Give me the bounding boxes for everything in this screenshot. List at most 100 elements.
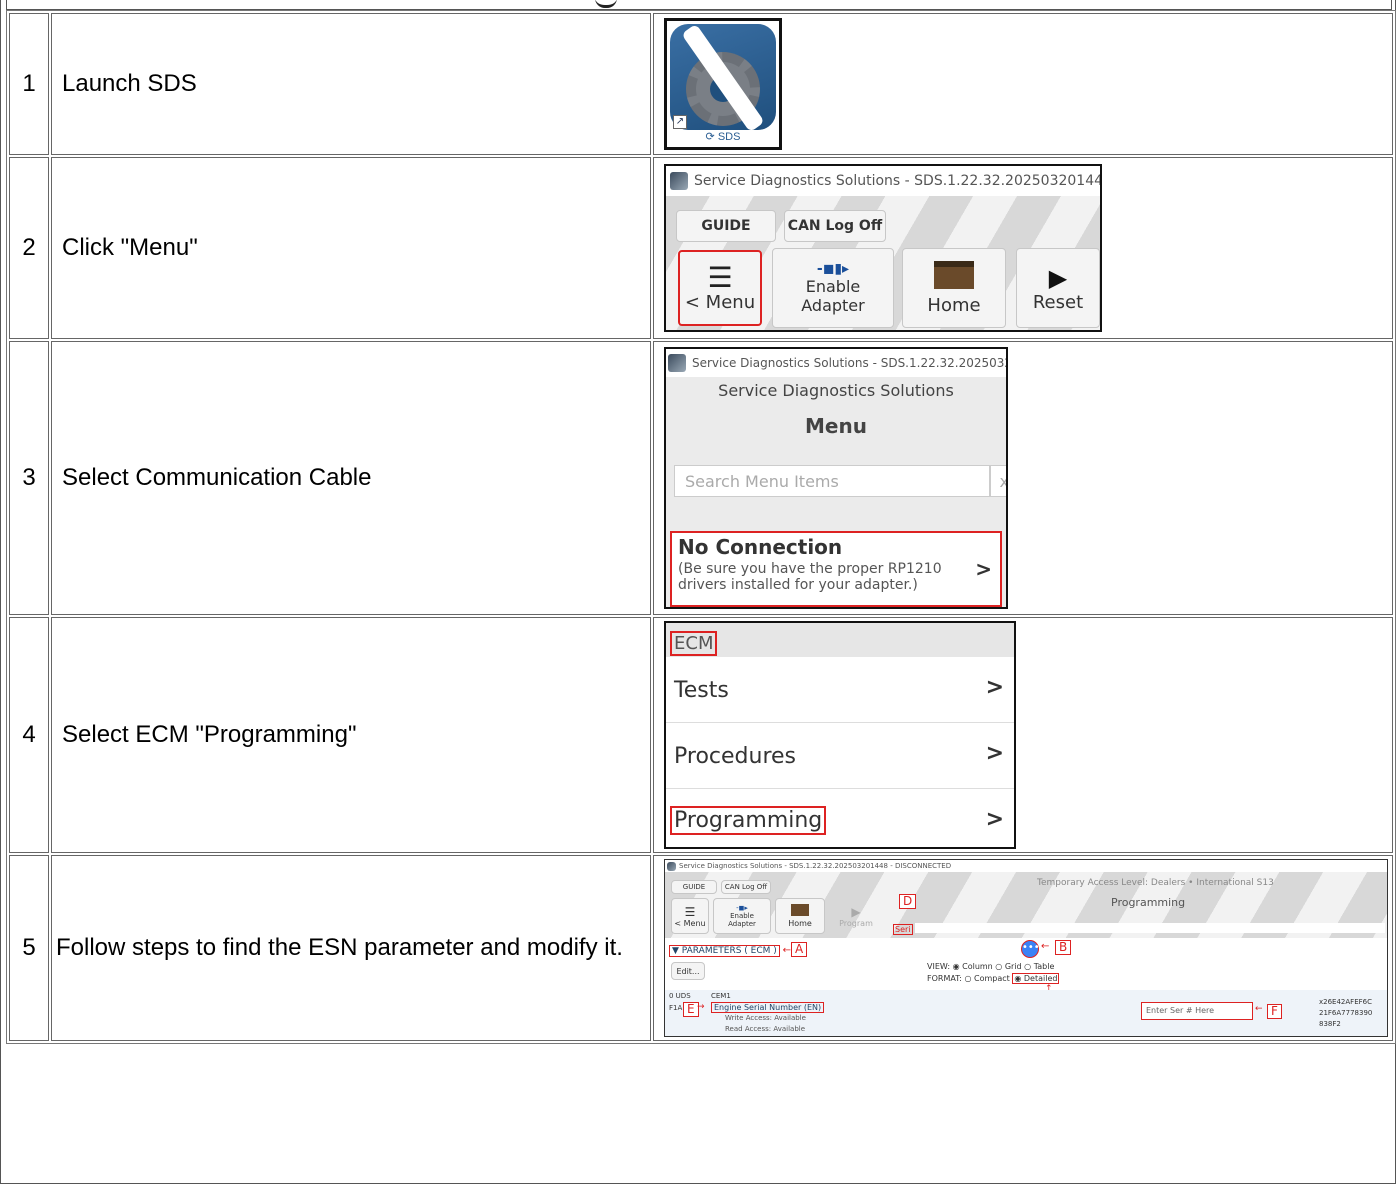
step-image: Service Diagnostics Solutions - SDS.1.22… bbox=[653, 157, 1393, 339]
connection-title: No Connection bbox=[678, 535, 843, 559]
arrow-left-icon: ← bbox=[1041, 941, 1050, 952]
parameter-name[interactable]: Engine Serial Number (EN) bbox=[711, 1002, 825, 1013]
home-label: Home bbox=[927, 294, 981, 316]
app-icon bbox=[667, 861, 676, 871]
icon-label-text: SDS bbox=[717, 131, 741, 143]
enable-adapter-button[interactable]: -◼▮▸ Enable Adapter bbox=[772, 248, 894, 328]
window-title: Service Diagnostics Solutions - SDS.1.22… bbox=[679, 862, 952, 870]
toolbar-area: GUIDE CAN Log Off ☰ < Menu -◼▸ Enable Adapt… bbox=[665, 872, 1387, 938]
step-number: 1 bbox=[9, 13, 49, 155]
serial-number-field[interactable]: Enter Ser # Here bbox=[1141, 1002, 1253, 1020]
section-label: ▼ PARAMETERS ( ECM ) bbox=[669, 945, 780, 957]
step-row: 5 Follow steps to find the ESN parameter… bbox=[9, 855, 1393, 1041]
search-clear-button[interactable]: x bbox=[990, 465, 1006, 497]
format-detailed-box[interactable]: ◉ Detailed bbox=[1012, 973, 1060, 984]
hamburger-icon: ☰ bbox=[707, 260, 733, 294]
format-detailed: Detailed bbox=[1023, 974, 1058, 983]
format-compact[interactable]: Compact bbox=[974, 974, 1010, 983]
step-number: 4 bbox=[9, 617, 49, 853]
arrow-left-icon: ← bbox=[782, 945, 792, 956]
reset-button[interactable]: ▶ Reset bbox=[1016, 248, 1100, 328]
step-text: Click "Menu" bbox=[51, 157, 651, 339]
app-icon bbox=[668, 354, 686, 372]
step-number: 3 bbox=[9, 341, 49, 615]
access-level: Temporary Access Level: Dealers • Intern… bbox=[1037, 878, 1274, 888]
can-log-button[interactable]: CAN Log Off bbox=[721, 880, 771, 894]
format-options: FORMAT: ○ Compact ◉ Detailed bbox=[927, 973, 1060, 984]
edit-button[interactable]: Edit... bbox=[671, 962, 705, 980]
menu-button-label: < Menu bbox=[684, 291, 756, 313]
ecm-header: ECM bbox=[666, 623, 1014, 657]
enable-adapter-button[interactable]: -◼▸ Enable Adapter bbox=[713, 898, 771, 934]
icon-label: ⟳ SDS bbox=[705, 131, 741, 143]
step-row: 1 Launch SDS ↗ ⟳ SDS bbox=[9, 13, 1393, 155]
view-options: VIEW: ◉ Column ○ Grid ○ Table bbox=[927, 962, 1054, 971]
enable-label: Enable bbox=[805, 277, 861, 296]
format-label: FORMAT: bbox=[927, 974, 962, 983]
chevron-right-icon: > bbox=[985, 741, 1004, 766]
menu-button[interactable]: ☰ < Menu bbox=[678, 250, 762, 326]
window-title: Service Diagnostics Solutions - SDS.1.22… bbox=[694, 173, 1102, 189]
menu-button[interactable]: ☰ < Menu bbox=[671, 898, 709, 934]
step-image: Service Diagnostics Solutions - SDS.1.22… bbox=[653, 341, 1393, 615]
hamburger-icon: ☰ bbox=[684, 904, 696, 919]
home-icon bbox=[791, 904, 809, 916]
play-icon: ▶ bbox=[851, 904, 861, 919]
home-icon bbox=[934, 260, 974, 289]
module-name: CEM1 bbox=[711, 992, 731, 1000]
ecm-item-tests[interactable]: Tests > bbox=[666, 657, 1014, 723]
window-title: Service Diagnostics Solutions - SDS.1.22… bbox=[692, 356, 1008, 370]
ecm-item-programming[interactable]: Programming > bbox=[666, 789, 1014, 847]
menu-button-label: < Menu bbox=[674, 918, 706, 928]
radio-icon[interactable]: ○ bbox=[964, 974, 971, 983]
program-label: Program bbox=[839, 918, 873, 928]
radio-checked-icon[interactable]: ◉ bbox=[953, 962, 960, 971]
home-button[interactable]: Home bbox=[902, 248, 1006, 328]
search-input[interactable]: Search Menu Items bbox=[674, 465, 990, 497]
serial-input-bar[interactable] bbox=[915, 923, 1385, 933]
step-image: ↗ ⟳ SDS bbox=[653, 13, 1393, 155]
view-table[interactable]: Table bbox=[1034, 962, 1055, 971]
callout-a: A bbox=[791, 942, 808, 957]
shortcut-arrow-icon: ↗ bbox=[673, 115, 687, 129]
step-row: 3 Select Communication Cable Service Dia… bbox=[9, 341, 1393, 615]
row-code: F1A bbox=[669, 1004, 683, 1012]
ecm-label: ECM bbox=[670, 631, 718, 656]
can-log-button[interactable]: CAN Log Off bbox=[784, 210, 886, 242]
item-label: Programming bbox=[670, 806, 827, 835]
program-button[interactable]: ▶ Program bbox=[831, 898, 881, 934]
more-options-icon[interactable]: ••• bbox=[1021, 940, 1040, 958]
adapter-label: Adapter bbox=[801, 296, 865, 315]
radio-icon[interactable]: ○ bbox=[995, 962, 1002, 971]
guide-button[interactable]: GUIDE bbox=[671, 880, 717, 894]
screen-title: Programming bbox=[1111, 896, 1186, 909]
sds-app-icon[interactable]: ↗ ⟳ SDS bbox=[664, 18, 782, 150]
callout-b: B bbox=[1055, 940, 1072, 955]
menu-screenshot: Service Diagnostics Solutions - SDS.1.22… bbox=[664, 347, 1008, 609]
section-header[interactable]: ▼ PARAMETERS ( ECM ) ← A bbox=[669, 942, 808, 957]
view-grid[interactable]: Grid bbox=[1005, 962, 1022, 971]
radio-icon[interactable]: ○ bbox=[1024, 962, 1031, 971]
chevron-right-icon: > bbox=[985, 675, 1004, 700]
home-button[interactable]: Home bbox=[775, 898, 825, 934]
view-column[interactable]: Column bbox=[962, 962, 993, 971]
arrow-left-icon: ← bbox=[1255, 1004, 1263, 1014]
step-row: 4 Select ECM "Programming" ECM Tests > P… bbox=[9, 617, 1393, 853]
hex-value: x26E42AFEF6C bbox=[1319, 998, 1372, 1006]
arrow-right-icon: → bbox=[697, 1002, 705, 1012]
ecm-screenshot: ECM Tests > Procedures > Programming > bbox=[664, 621, 1016, 849]
view-label: VIEW: bbox=[927, 962, 951, 971]
serial-input-stub[interactable]: Seri bbox=[893, 924, 913, 935]
radio-checked-icon: ◉ bbox=[1014, 974, 1022, 983]
window-titlebar: Service Diagnostics Solutions - SDS.1.22… bbox=[666, 349, 1006, 377]
no-connection-item[interactable]: No Connection (Be sure you have the prop… bbox=[670, 531, 1002, 607]
enable-label: Enable bbox=[730, 912, 754, 920]
toolbar-area: GUIDE CAN Log Off ☰ < Menu -◼▮▸ Enable A… bbox=[666, 196, 1100, 330]
ecm-item-procedures[interactable]: Procedures > bbox=[666, 723, 1014, 789]
adapter-label: Adapter bbox=[728, 920, 756, 928]
connection-note: drivers installed for your adapter.) bbox=[678, 577, 918, 593]
plug-icon: -◼▸ bbox=[736, 904, 748, 912]
item-label: Tests bbox=[674, 678, 729, 703]
guide-button[interactable]: GUIDE bbox=[676, 210, 776, 242]
callout-f: F bbox=[1267, 1004, 1282, 1019]
